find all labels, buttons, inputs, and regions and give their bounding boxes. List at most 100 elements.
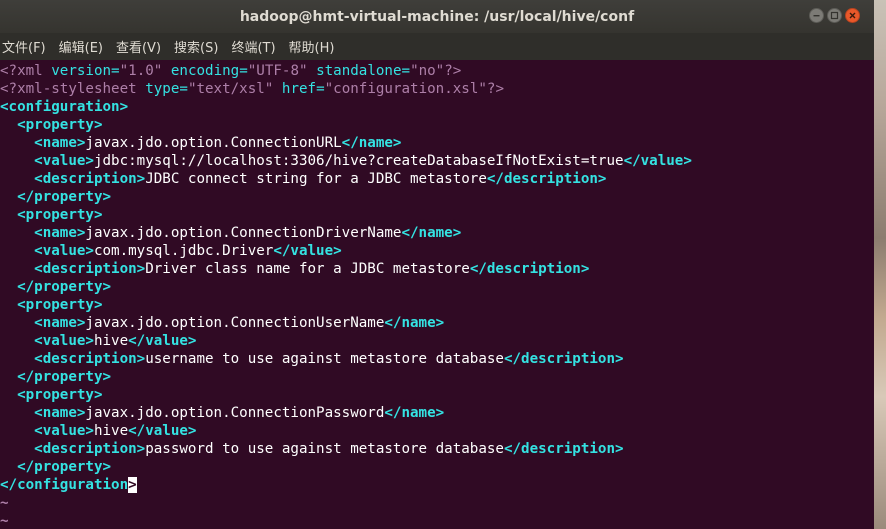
description-close-tag: </description> xyxy=(469,261,590,277)
desktop-background-edge xyxy=(874,0,886,529)
terminal-content[interactable]: <?xml version="1.0" encoding="UTF-8" sta… xyxy=(0,60,874,529)
name-close-tag: </name> xyxy=(384,405,445,421)
description-open-tag: <description> xyxy=(34,261,146,277)
configuration-open-line: <configuration> xyxy=(0,98,874,116)
minimize-button[interactable] xyxy=(809,8,824,23)
property-open-line: <property> xyxy=(0,116,874,134)
property-name: javax.jdo.option.ConnectionUserName xyxy=(85,315,385,331)
window-title: hadoop@hmt-virtual-machine: /usr/local/h… xyxy=(239,8,635,25)
value-close-tag: </value> xyxy=(128,423,197,439)
property-description-line: <description>JDBC connect string for a J… xyxy=(0,170,874,188)
property-open-tag: <property> xyxy=(17,297,103,313)
value-open-tag: <value> xyxy=(34,423,94,439)
stylesheet-type-val: "text/xsl" xyxy=(187,81,274,97)
xml-decl-encoding-attr: encoding= xyxy=(170,63,248,79)
value-open-tag: <value> xyxy=(34,333,94,349)
close-icon xyxy=(849,12,856,19)
value-close-tag: </value> xyxy=(623,153,692,169)
terminal-window: hadoop@hmt-virtual-machine: /usr/local/h… xyxy=(0,0,886,529)
property-name: javax.jdo.option.ConnectionURL xyxy=(85,135,342,151)
property-description-line: <description>username to use against met… xyxy=(0,350,874,368)
property-description: Driver class name for a JDBC metastore xyxy=(145,261,470,277)
property-open-tag: <property> xyxy=(17,387,103,403)
name-open-tag: <name> xyxy=(34,225,86,241)
property-close-line: </property> xyxy=(0,368,874,386)
empty-line-marker: ~ xyxy=(0,512,874,529)
property-name: javax.jdo.option.ConnectionPassword xyxy=(85,405,385,421)
value-open-tag: <value> xyxy=(34,153,94,169)
xml-decl-standalone-attr: standalone= xyxy=(316,63,411,79)
description-close-tag: </description> xyxy=(486,171,607,187)
property-value: com.mysql.jdbc.Driver xyxy=(93,243,274,259)
property-value-line: <value>jdbc:mysql://localhost:3306/hive?… xyxy=(0,152,874,170)
property-description-line: <description>password to use against met… xyxy=(0,440,874,458)
property-close-line: </property> xyxy=(0,458,874,476)
description-close-tag: </description> xyxy=(503,351,624,367)
description-open-tag: <description> xyxy=(34,351,146,367)
menu-help[interactable]: 帮助(H) xyxy=(289,37,335,56)
xml-decl-close: ?> xyxy=(444,63,462,79)
name-open-tag: <name> xyxy=(34,135,86,151)
empty-line-marker: ~ xyxy=(0,494,874,512)
description-open-tag: <description> xyxy=(34,171,146,187)
description-open-tag: <description> xyxy=(34,441,146,457)
property-close-line: </property> xyxy=(0,188,874,206)
stylesheet-open: <?xml-stylesheet xyxy=(0,81,137,97)
property-open-line: <property> xyxy=(0,296,874,314)
property-close-tag: </property> xyxy=(17,369,112,385)
xml-decl-open: <?xml xyxy=(0,63,43,79)
property-value: hive xyxy=(93,423,129,439)
xml-declaration-line: <?xml version="1.0" encoding="UTF-8" sta… xyxy=(0,62,874,80)
maximize-button[interactable] xyxy=(827,8,842,23)
minimize-icon xyxy=(813,15,820,17)
title-bar[interactable]: hadoop@hmt-virtual-machine: /usr/local/h… xyxy=(0,0,874,33)
menu-bar: 文件(F) 编辑(E) 查看(V) 搜索(S) 终端(T) 帮助(H) xyxy=(0,33,874,60)
stylesheet-close: ?> xyxy=(486,81,505,97)
menu-search[interactable]: 搜索(S) xyxy=(174,37,218,56)
property-close-line: </property> xyxy=(0,278,874,296)
configuration-close-line: </configuration> xyxy=(0,476,874,494)
tilde-marker: ~ xyxy=(0,513,9,529)
property-name: javax.jdo.option.ConnectionDriverName xyxy=(85,225,402,241)
property-close-tag: </property> xyxy=(17,189,112,205)
close-button[interactable] xyxy=(845,8,860,23)
property-description: JDBC connect string for a JDBC metastore xyxy=(145,171,487,187)
property-open-tag: <property> xyxy=(17,117,103,133)
property-value: hive xyxy=(93,333,129,349)
value-open-tag: <value> xyxy=(34,243,94,259)
property-open-line: <property> xyxy=(0,206,874,224)
property-close-tag: </property> xyxy=(17,459,112,475)
stylesheet-href-attr: href= xyxy=(281,81,325,97)
property-name-line: <name>javax.jdo.option.ConnectionURL</na… xyxy=(0,134,874,152)
name-close-tag: </name> xyxy=(341,135,402,151)
stylesheet-href-val: "configuration.xsl" xyxy=(324,81,487,97)
property-name-line: <name>javax.jdo.option.ConnectionDriverN… xyxy=(0,224,874,242)
xml-stylesheet-line: <?xml-stylesheet type="text/xsl" href="c… xyxy=(0,80,874,98)
menu-edit[interactable]: 编辑(E) xyxy=(59,37,103,56)
menu-terminal[interactable]: 终端(T) xyxy=(231,37,275,56)
property-name-line: <name>javax.jdo.option.ConnectionUserNam… xyxy=(0,314,874,332)
value-close-tag: </value> xyxy=(128,333,197,349)
text-cursor: > xyxy=(128,477,137,493)
xml-decl-version-attr: version= xyxy=(51,63,120,79)
name-close-tag: </name> xyxy=(384,315,445,331)
configuration-open-tag: <configuration> xyxy=(0,99,129,115)
description-close-tag: </description> xyxy=(503,441,624,457)
property-value-line: <value>hive</value> xyxy=(0,422,874,440)
property-description: username to use against metastore databa… xyxy=(145,351,504,367)
property-description-line: <description>Driver class name for a JDB… xyxy=(0,260,874,278)
property-value-line: <value>hive</value> xyxy=(0,332,874,350)
stylesheet-type-attr: type= xyxy=(145,81,188,97)
property-open-tag: <property> xyxy=(17,207,103,223)
window-controls xyxy=(809,8,860,23)
property-value-line: <value>com.mysql.jdbc.Driver</value> xyxy=(0,242,874,260)
name-open-tag: <name> xyxy=(34,405,86,421)
property-name-line: <name>javax.jdo.option.ConnectionPasswor… xyxy=(0,404,874,422)
property-description: password to use against metastore databa… xyxy=(145,441,504,457)
property-close-tag: </property> xyxy=(17,279,112,295)
menu-view[interactable]: 查看(V) xyxy=(116,37,161,56)
menu-file[interactable]: 文件(F) xyxy=(2,37,46,56)
property-value: jdbc:mysql://localhost:3306/hive?createD… xyxy=(93,153,624,169)
name-open-tag: <name> xyxy=(34,315,86,331)
property-open-line: <property> xyxy=(0,386,874,404)
